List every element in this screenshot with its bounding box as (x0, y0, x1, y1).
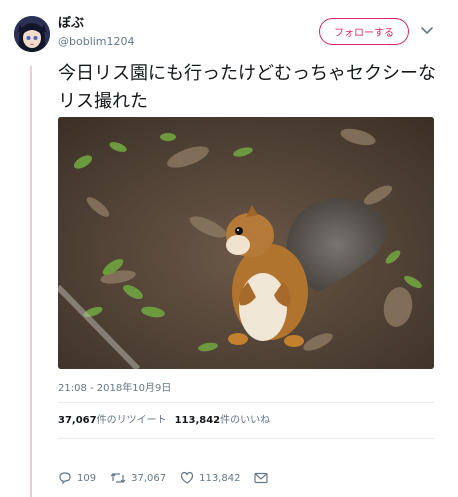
like-count-label[interactable]: 件のいいね (220, 415, 270, 426)
like-button[interactable]: 113,842 (180, 471, 240, 485)
reply-icon (59, 472, 71, 485)
engagement-stats: 37,067件のリツイート 113,842件のいいね (58, 411, 270, 426)
like-action-count: 113,842 (199, 472, 241, 484)
action-bar: 109 37,067 113,842 (58, 468, 287, 488)
envelope-icon (254, 472, 269, 484)
thread-line (30, 66, 32, 497)
retweet-button[interactable]: 37,067 (110, 471, 166, 485)
user-info[interactable]: ぼぶ @boblim1204 (58, 16, 135, 49)
follow-button[interactable]: フォローする (319, 18, 409, 45)
like-count[interactable]: 113,842 (175, 415, 221, 426)
retweet-action-count: 37,067 (131, 472, 167, 484)
direct-message-button[interactable] (254, 472, 273, 484)
retweet-count[interactable]: 37,067 (58, 415, 97, 426)
tweet-photo[interactable] (58, 117, 434, 369)
display-name[interactable]: ぼぶ (58, 16, 135, 32)
reply-button[interactable]: 109 (58, 471, 96, 485)
divider (58, 438, 434, 439)
chevron-down-icon[interactable] (420, 26, 434, 36)
retweet-icon (110, 473, 126, 483)
tweet-text: 今日リス園にも行ったけどむっちゃセクシーなリス撮れた (58, 63, 436, 112)
user-handle[interactable]: @boblim1204 (58, 35, 135, 49)
tweet-timestamp[interactable]: 21:08 - 2018年10月9日 (58, 379, 171, 394)
heart-icon (180, 471, 194, 484)
avatar[interactable] (14, 16, 50, 52)
retweet-count-label[interactable]: 件のリツイート (97, 415, 167, 426)
divider (58, 402, 434, 403)
reply-count: 109 (77, 472, 97, 484)
